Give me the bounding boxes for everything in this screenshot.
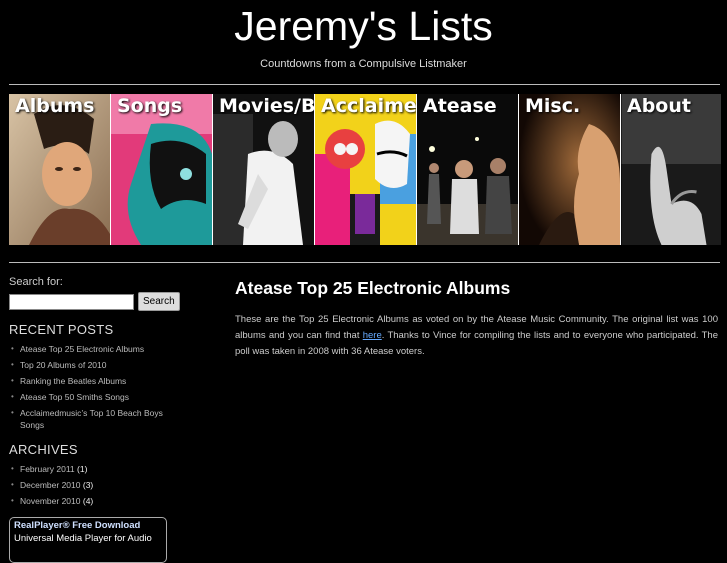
nav-tile-label: Movies/Books — [219, 95, 315, 117]
search-input[interactable] — [9, 293, 134, 310]
nav-tile-label: Albums — [15, 95, 95, 117]
list-item: Ranking the Beatles Albums — [9, 375, 170, 387]
recent-posts-heading: RECENT POSTS — [9, 322, 114, 337]
site-title[interactable]: Jeremy's Lists — [0, 0, 727, 48]
post-link[interactable]: here — [363, 330, 382, 341]
archive-link[interactable]: November 2010 — [20, 496, 80, 506]
search-button[interactable]: Search — [138, 292, 180, 311]
list-item: November 2010 (4) — [9, 495, 170, 507]
archive-count: (1) — [77, 464, 88, 474]
search-label: Search for: — [9, 276, 63, 288]
nav-tile-songs[interactable]: Songs — [111, 94, 213, 245]
content-divider — [9, 262, 720, 263]
search-form: Search — [9, 292, 209, 311]
archive-count: (4) — [82, 496, 94, 506]
post-body: These are the Top 25 Electronic Albums a… — [235, 312, 718, 360]
recent-post-link[interactable]: Top 20 Albums of 2010 — [20, 360, 106, 370]
nav-tile-label: About — [627, 95, 691, 117]
nav-image-menu: Albums Songs Movies/Books — [9, 94, 721, 245]
ad-banner[interactable]: RealPlayer® Free Download Universal Medi… — [9, 517, 167, 563]
nav-tile-misc[interactable]: Misc. — [519, 94, 621, 245]
nav-tile-label: Atease — [423, 95, 497, 117]
recent-posts-list: Atease Top 25 Electronic Albums Top 20 A… — [9, 343, 209, 431]
list-item: Acclaimedmusic’s Top 10 Beach Boys Songs — [9, 407, 170, 431]
recent-post-link[interactable]: Ranking the Beatles Albums — [20, 376, 126, 386]
list-item: December 2010 (3) — [9, 479, 170, 491]
archives-heading: ARCHIVES — [9, 442, 78, 457]
archives-list: February 2011 (1) December 2010 (3) Nove… — [9, 463, 209, 507]
main-content: Atease Top 25 Electronic Albums These ar… — [235, 278, 718, 360]
list-item: Top 20 Albums of 2010 — [9, 359, 170, 371]
sidebar: Search for: Search RECENT POSTS Atease T… — [9, 276, 209, 511]
nav-tile-acclaimedmusic[interactable]: Acclaimedmusic — [315, 94, 417, 245]
nav-tile-about[interactable]: About — [621, 94, 721, 245]
archive-link[interactable]: February 2011 — [20, 464, 75, 474]
nav-tile-atease[interactable]: Atease — [417, 94, 519, 245]
recent-post-link[interactable]: Atease Top 25 Electronic Albums — [20, 344, 144, 354]
nav-tile-label: Misc. — [525, 95, 581, 117]
nav-tile-label: Acclaimedmusic — [321, 95, 417, 117]
nav-tile-movies-books[interactable]: Movies/Books — [213, 94, 315, 245]
recent-post-link[interactable]: Atease Top 50 Smiths Songs — [20, 392, 129, 402]
archive-link[interactable]: December 2010 — [20, 480, 80, 490]
archive-count: (3) — [82, 480, 94, 490]
site-tagline: Countdowns from a Compulsive Listmaker — [260, 58, 467, 70]
ad-subtitle: Universal Media Player for Audio — [14, 533, 152, 544]
list-item: Atease Top 50 Smiths Songs — [9, 391, 170, 403]
nav-tile-label: Songs — [117, 95, 183, 117]
ad-title: RealPlayer® Free Download — [14, 520, 141, 531]
list-item: February 2011 (1) — [9, 463, 170, 475]
header-divider — [9, 84, 720, 85]
nav-tile-albums[interactable]: Albums — [9, 94, 111, 245]
recent-post-link[interactable]: Acclaimedmusic’s Top 10 Beach Boys Songs — [20, 408, 163, 430]
list-item: Atease Top 25 Electronic Albums — [9, 343, 170, 355]
post-title[interactable]: Atease Top 25 Electronic Albums — [235, 278, 718, 299]
